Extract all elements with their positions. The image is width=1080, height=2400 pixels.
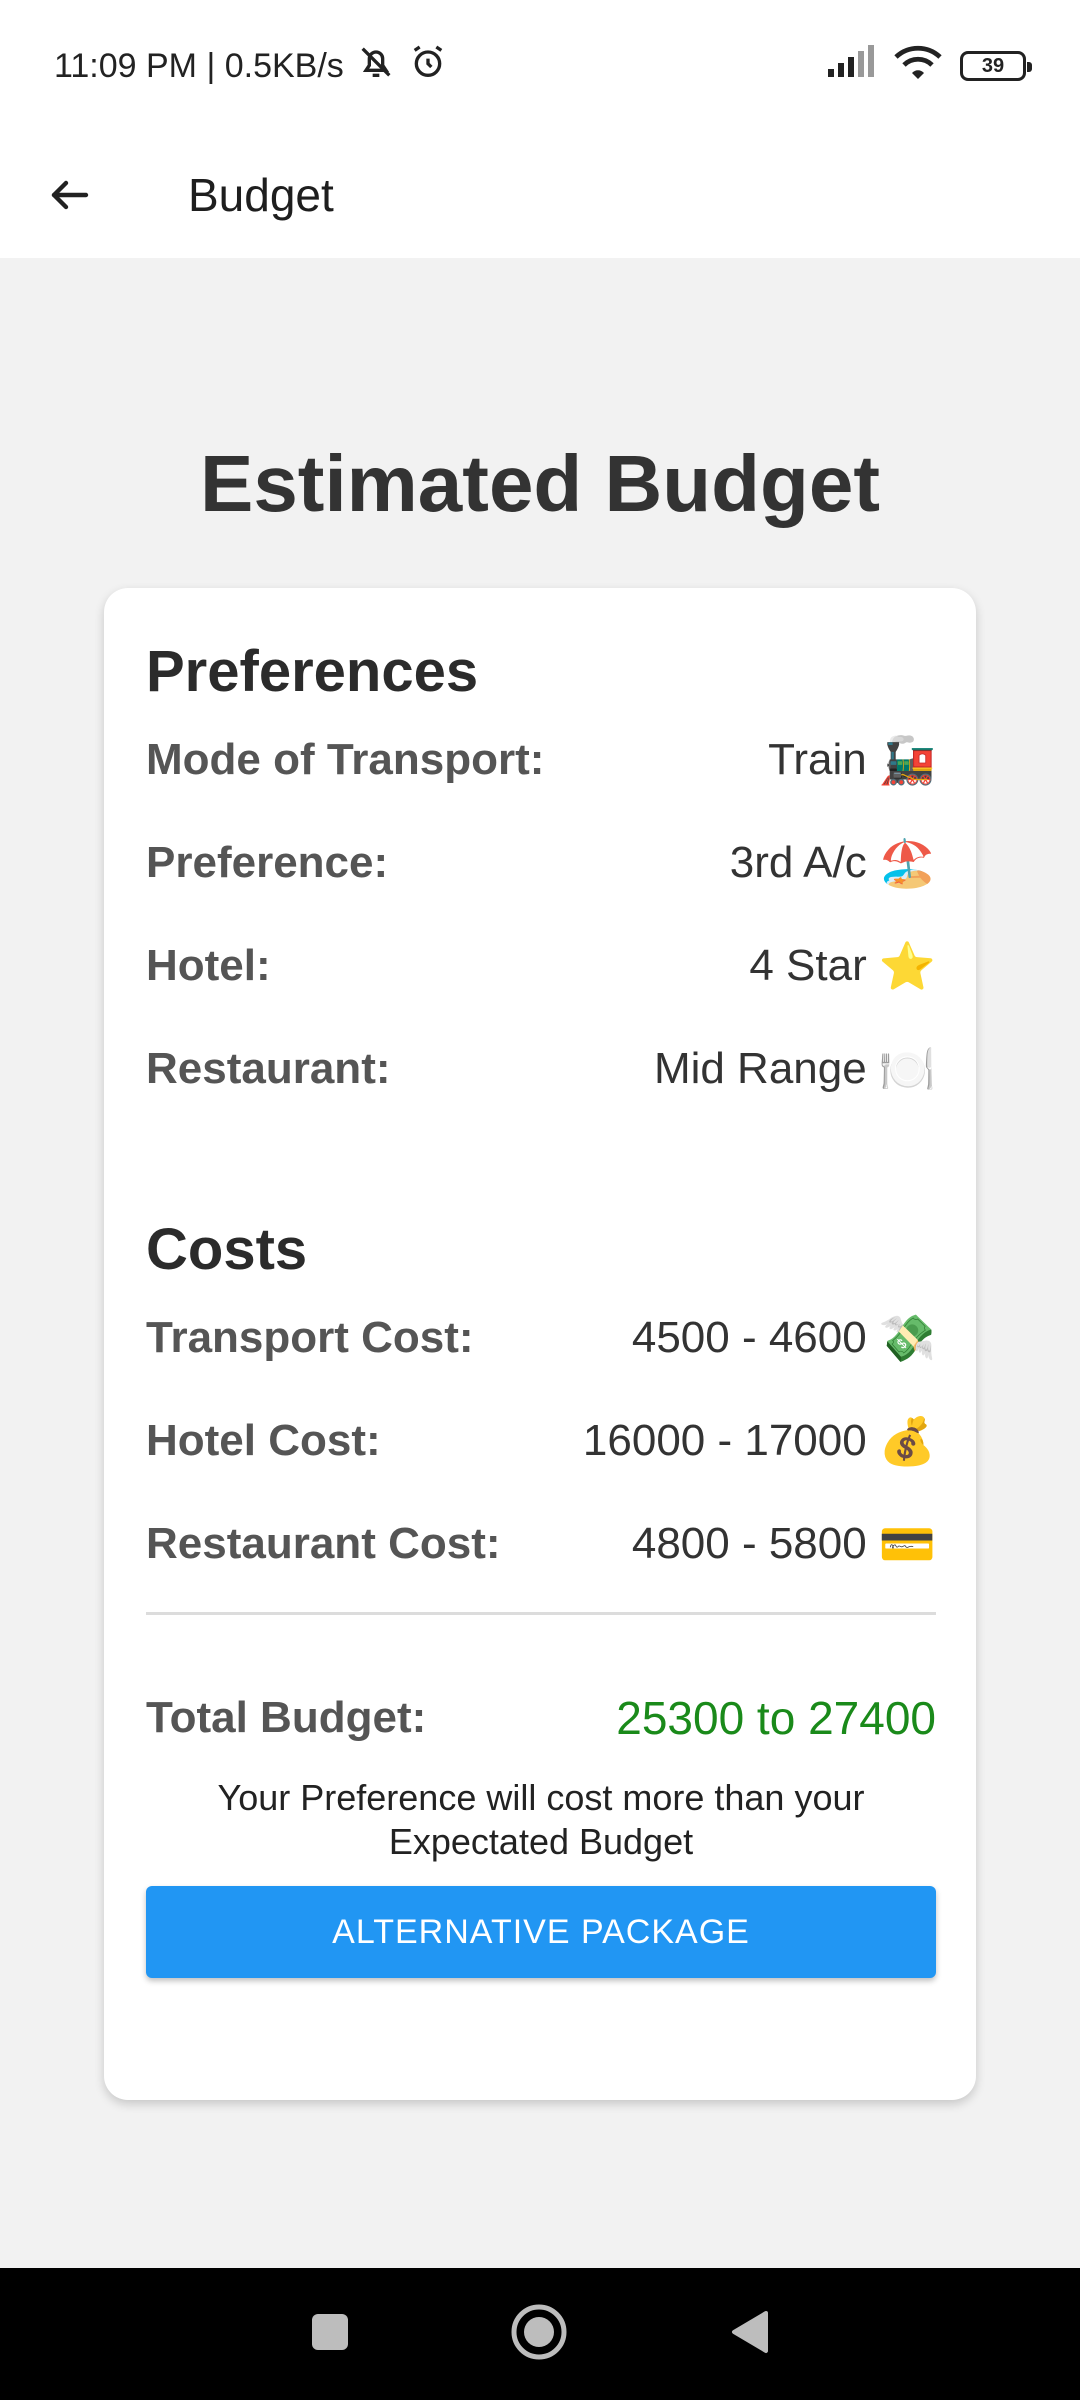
mute-bell-icon — [356, 42, 396, 91]
row-label: Restaurant Cost: — [146, 1519, 501, 1568]
home-circle-icon[interactable] — [510, 2303, 568, 2366]
wifi-icon — [894, 43, 942, 90]
row-value: 4800 - 5800 💳 — [632, 1517, 936, 1572]
cost-row-hotel: Hotel Cost: 16000 - 17000 💰 — [146, 1411, 936, 1471]
row-label: Mode of Transport: — [146, 735, 545, 784]
row-label: Transport Cost: — [146, 1313, 474, 1362]
row-value: 4500 - 4600 💸 — [632, 1311, 936, 1366]
system-nav-bar — [0, 2268, 1080, 2400]
back-triangle-icon[interactable] — [728, 2309, 770, 2360]
status-bar: 11:09 PM | 0.5KB/s 39 — [0, 0, 1080, 132]
total-budget-label: Total Budget: — [146, 1693, 427, 1742]
content: Estimated Budget Preferences Mode of Tra… — [0, 258, 1080, 2170]
recents-square-icon[interactable] — [310, 2312, 350, 2357]
arrow-left-icon — [51, 180, 89, 210]
value-text: Mid Range — [653, 1044, 867, 1093]
row-value: 3rd A/c 🏖️ — [730, 836, 936, 891]
value-text: 4500 - 4600 — [631, 1313, 867, 1362]
battery-icon: 39 — [960, 51, 1032, 81]
row-label: Hotel: — [146, 941, 271, 990]
preferences-heading: Preferences — [146, 639, 479, 704]
value-text: 16000 - 17000 — [582, 1416, 867, 1465]
money-wings-icon: 💸 — [878, 1311, 936, 1364]
total-budget-value: 25300 to 27400 — [616, 1692, 936, 1744]
alternative-package-button[interactable]: ALTERNATIVE PACKAGE — [146, 1886, 936, 1978]
app-bar: Budget — [0, 132, 1080, 258]
budget-warning-note: Your Preference will cost more than your… — [217, 1777, 865, 1862]
row-label: Restaurant: — [146, 1044, 391, 1093]
app-bar-title: Budget — [188, 169, 334, 221]
divider — [146, 1612, 936, 1615]
cost-row-transport: Transport Cost: 4500 - 4600 💸 — [146, 1308, 936, 1368]
status-right: 39 — [826, 43, 1032, 90]
preference-row-hotel: Hotel: 4 Star ⭐ — [146, 936, 936, 996]
alarm-icon — [408, 42, 448, 91]
plate-icon: 🍽️ — [878, 1042, 936, 1095]
train-icon: 🚂 — [878, 733, 936, 786]
signal-icon — [826, 44, 876, 88]
row-value: Train 🚂 — [768, 733, 936, 788]
preference-row-class: Preference: 3rd A/c 🏖️ — [146, 833, 936, 893]
row-value: 4 Star ⭐ — [749, 939, 936, 994]
value-text: 3rd A/c — [729, 838, 867, 887]
value-text: 4800 - 5800 — [631, 1519, 867, 1568]
money-bag-icon: 💰 — [878, 1414, 936, 1467]
row-label: Hotel Cost: — [146, 1416, 381, 1465]
page-title: Estimated Budget — [199, 439, 881, 528]
beach-umbrella-icon: 🏖️ — [878, 836, 936, 889]
row-label: Preference: — [146, 838, 389, 887]
value-text: Train — [768, 735, 867, 784]
value-text: 4 Star — [749, 941, 867, 990]
preference-row-restaurant: Restaurant: Mid Range 🍽️ — [146, 1039, 936, 1099]
total-budget-row: Total Budget: 25300 to 27400 — [146, 1688, 936, 1748]
preference-row-transport: Mode of Transport: Train 🚂 — [146, 730, 936, 790]
back-button[interactable] — [0, 132, 140, 258]
costs-heading: Costs — [146, 1217, 308, 1282]
budget-card: Preferences Mode of Transport: Train 🚂 P… — [104, 588, 976, 2100]
status-left: 11:09 PM | 0.5KB/s — [54, 42, 448, 91]
star-icon: ⭐ — [878, 939, 936, 992]
row-value: 16000 - 17000 💰 — [583, 1414, 936, 1469]
cost-row-restaurant: Restaurant Cost: 4800 - 5800 💳 — [146, 1514, 936, 1574]
row-value: Mid Range 🍽️ — [654, 1042, 936, 1097]
credit-card-icon: 💳 — [878, 1517, 936, 1570]
status-time: 11:09 PM | 0.5KB/s — [54, 46, 344, 85]
